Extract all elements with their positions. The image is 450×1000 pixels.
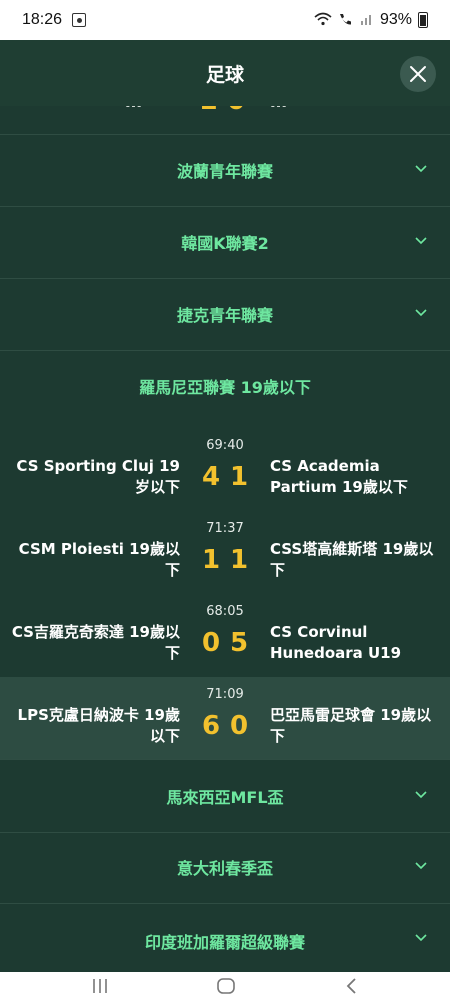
- chevron-down-icon: [415, 862, 427, 870]
- away-team: 巴亞馬雷足球會 19歲以下: [270, 706, 432, 745]
- chevron-down-icon: [415, 165, 427, 173]
- chevron-down-icon: [415, 309, 427, 317]
- wifi-icon: [314, 12, 332, 29]
- league-name: 馬來西亞MFL盃: [166, 788, 284, 807]
- back-icon[interactable]: [344, 978, 360, 994]
- call-icon: [338, 12, 354, 29]
- page-title: 足球: [205, 63, 244, 86]
- away-team: CSS塔高維斯塔 19歲以下: [270, 540, 434, 579]
- system-nav-bar: [0, 972, 450, 1000]
- match-time: 71:09: [206, 687, 244, 702]
- league-list: … 2 0 … 波蘭青年聯賽 韓國K聯賽2 捷克青年聯賽 羅馬尼亞聯賽 19歲以…: [0, 106, 450, 972]
- notification-icon: [72, 13, 87, 27]
- league-row-romania-u19[interactable]: 羅馬尼亞聯賽 19歲以下: [0, 350, 450, 422]
- home-team: CS Sporting Cluj 19岁以下: [16, 457, 180, 496]
- status-bar: 18:26 93%: [0, 0, 450, 40]
- match-row[interactable]: 68:05 CS吉羅克奇索達 19歲以下 0 5 CS Corvinul Hun…: [0, 600, 450, 682]
- match-row[interactable]: 69:40 CS Sporting Cluj 19岁以下 4 1 CS Acad…: [0, 434, 450, 516]
- league-name: 波蘭青年聯賽: [176, 162, 273, 181]
- battery-icon: [418, 12, 428, 28]
- signal-icon: [360, 12, 374, 29]
- home-icon[interactable]: [216, 978, 236, 994]
- chevron-down-icon: [415, 791, 427, 799]
- close-icon: [410, 66, 426, 82]
- match-time: 68:05: [206, 604, 244, 619]
- close-button[interactable]: [400, 56, 436, 92]
- home-team: LPS克盧日納波卡 19歲以下: [17, 706, 180, 745]
- battery-percent: 93%: [379, 11, 412, 28]
- league-row-poland-youth[interactable]: 波蘭青年聯賽: [0, 134, 450, 207]
- away-score: 1: [229, 545, 249, 575]
- home-score: 4: [201, 462, 221, 492]
- away-team: CS Corvinul Hunedoara U19: [270, 623, 402, 662]
- status-time: 18:26: [22, 11, 63, 28]
- home-team: CS吉羅克奇索達 19歲以下: [11, 623, 180, 662]
- match-time: 69:40: [206, 438, 244, 453]
- league-row-malaysia-mfl[interactable]: 馬來西亞MFL盃: [0, 759, 450, 833]
- league-row-korea-k2[interactable]: 韓國K聯賽2: [0, 206, 450, 279]
- match-row-selected[interactable]: 71:09 LPS克盧日納波卡 19歲以下 6 0 巴亞馬雷足球會 19歲以下: [0, 677, 450, 759]
- league-name: 意大利春季盃: [176, 859, 273, 878]
- partial-score: 2 0: [200, 106, 245, 116]
- partial-away: …: [270, 106, 287, 112]
- app-header: 足球: [0, 40, 450, 106]
- home-team: CSM Ploiesti 19歲以下: [18, 540, 180, 579]
- away-score: 5: [229, 628, 249, 658]
- status-left: 18:26: [22, 11, 87, 29]
- partial-home: …: [125, 106, 142, 112]
- match-time: 71:37: [206, 521, 244, 536]
- away-score: 0: [229, 711, 249, 741]
- home-score: 0: [201, 628, 221, 658]
- league-name: 羅馬尼亞聯賽 19歲以下: [139, 378, 311, 397]
- match-row[interactable]: 71:37 CSM Ploiesti 19歲以下 1 1 CSS塔高維斯塔 19…: [0, 517, 450, 599]
- home-score: 1: [201, 545, 221, 575]
- chevron-down-icon: [415, 934, 427, 942]
- away-score: 1: [229, 462, 249, 492]
- recent-apps-icon[interactable]: [90, 978, 110, 994]
- league-name: 印度班加羅爾超級聯賽: [144, 933, 305, 952]
- league-row-india-bangalore[interactable]: 印度班加羅爾超級聯賽: [0, 903, 450, 972]
- away-team: CS Academia Partium 19歲以下: [270, 457, 408, 496]
- chevron-down-icon: [415, 237, 427, 245]
- partial-match-row[interactable]: … 2 0 …: [0, 106, 450, 135]
- home-score: 6: [201, 711, 221, 741]
- status-right: 93%: [314, 11, 428, 29]
- league-name: 捷克青年聯賽: [176, 306, 273, 325]
- league-row-italy-spring[interactable]: 意大利春季盃: [0, 831, 450, 904]
- league-name: 韓國K聯賽2: [181, 234, 269, 253]
- league-row-czech-youth[interactable]: 捷克青年聯賽: [0, 278, 450, 351]
